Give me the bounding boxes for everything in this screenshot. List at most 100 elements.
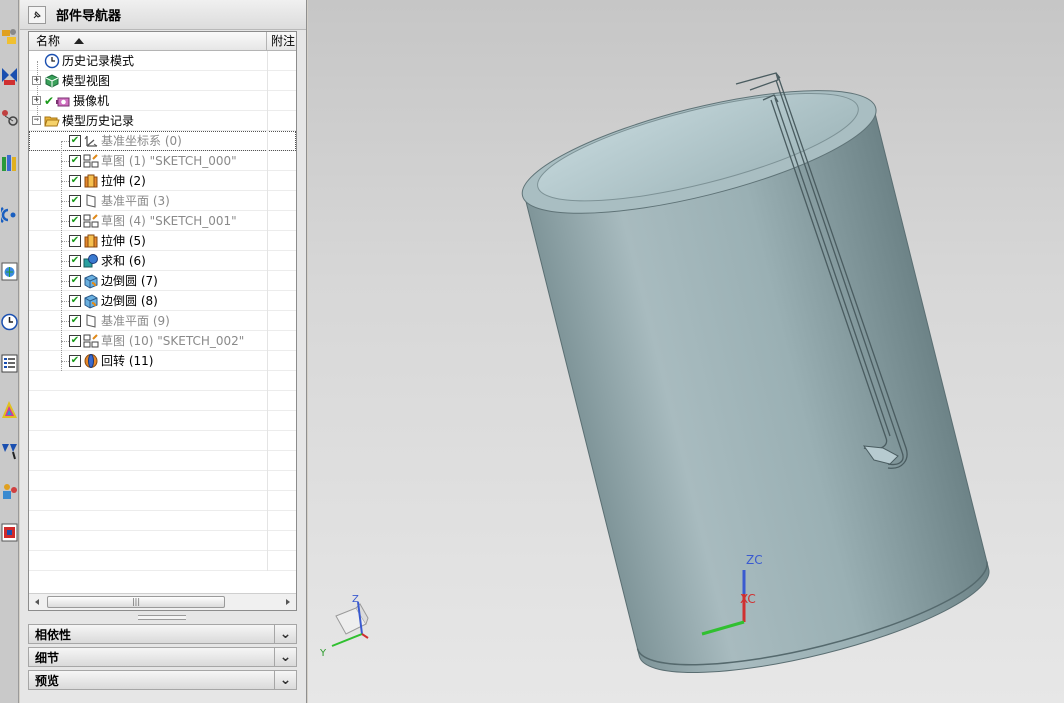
view-triad: Z Y bbox=[319, 594, 369, 659]
visibility-checkbox[interactable] bbox=[69, 214, 81, 227]
part-navigator: 部件导航器 名称 附注 历史记录模式+模型视图+✔摄像机−模型历史记录基准坐标系… bbox=[20, 0, 307, 703]
tree-node-label: 基准坐标系 (0) bbox=[101, 134, 182, 148]
tree-row[interactable]: 基准平面 (3) bbox=[29, 191, 296, 211]
tree-row[interactable]: 草图 (10) "SKETCH_002" bbox=[29, 331, 296, 351]
datum-plane-icon bbox=[83, 313, 99, 329]
tree-row[interactable]: 基准坐标系 (0) bbox=[29, 131, 296, 151]
tree-row[interactable]: 边倒圆 (7) bbox=[29, 271, 296, 291]
datum-plane-icon bbox=[83, 193, 99, 209]
panel-details[interactable]: 细节 ⌄ bbox=[28, 647, 297, 667]
tree-node-label: 基准平面 (9) bbox=[101, 314, 170, 328]
roles-icon[interactable] bbox=[0, 433, 19, 467]
tree-node-label: 边倒圆 (7) bbox=[101, 274, 158, 288]
y-axis-label: Y bbox=[319, 648, 327, 659]
edge-blend-icon bbox=[83, 293, 99, 309]
visibility-checkbox[interactable] bbox=[69, 334, 81, 347]
xc-label: XC bbox=[740, 592, 756, 606]
scrollbar-thumb[interactable]: ||| bbox=[47, 596, 225, 608]
tree-node-label: 草图 (4) "SKETCH_001" bbox=[101, 214, 237, 228]
tree-node-label: 历史记录模式 bbox=[62, 54, 135, 68]
scroll-left-icon[interactable] bbox=[35, 599, 39, 605]
tree-row[interactable]: + ✔ 摄像机 bbox=[29, 91, 296, 111]
reuse-library-icon[interactable] bbox=[0, 145, 19, 179]
visibility-checkbox[interactable] bbox=[69, 294, 81, 307]
feature-tree[interactable]: 名称 附注 历史记录模式+模型视图+✔摄像机−模型历史记录基准坐标系 (0)草图… bbox=[28, 31, 297, 611]
horizontal-scrollbar[interactable]: ||| bbox=[29, 593, 296, 610]
tree-row[interactable]: 草图 (1) "SKETCH_000" bbox=[29, 151, 296, 171]
model-canvas: ZC XC Z Y bbox=[319, 72, 990, 674]
chevron-down-icon[interactable]: ⌄ bbox=[274, 648, 296, 666]
scroll-right-icon[interactable] bbox=[286, 599, 290, 605]
tree-row[interactable]: 拉伸 (5) bbox=[29, 231, 296, 251]
sketch-icon bbox=[83, 213, 99, 229]
tree-connector bbox=[61, 141, 62, 371]
panel-splitter[interactable] bbox=[138, 615, 186, 620]
visibility-checkbox[interactable] bbox=[69, 174, 81, 187]
tree-connector bbox=[61, 361, 69, 362]
empty-row bbox=[29, 491, 296, 511]
tree-node-label: 草图 (10) "SKETCH_002" bbox=[101, 334, 245, 348]
visibility-checkbox[interactable] bbox=[69, 274, 81, 287]
tree-connector bbox=[61, 341, 69, 342]
tree-row[interactable]: 求和 (6) bbox=[29, 251, 296, 271]
tree-connector bbox=[61, 181, 69, 182]
history-icon[interactable] bbox=[0, 305, 19, 339]
column-note-header[interactable]: 附注 bbox=[267, 32, 295, 50]
tree-row[interactable]: − 模型历史记录 bbox=[29, 111, 296, 131]
tree-row[interactable]: 草图 (4) "SKETCH_001" bbox=[29, 211, 296, 231]
tree-row[interactable]: 基准平面 (9) bbox=[29, 311, 296, 331]
web-browser-icon[interactable] bbox=[0, 254, 19, 288]
tree-connector bbox=[61, 301, 69, 302]
chevron-down-icon[interactable]: ⌄ bbox=[274, 671, 296, 689]
z-axis-label: Z bbox=[352, 594, 359, 605]
tree-node-label: 模型视图 bbox=[62, 74, 111, 88]
sketch-icon bbox=[83, 333, 99, 349]
tree-node-label: 拉伸 (5) bbox=[101, 234, 146, 248]
extrude-icon bbox=[83, 173, 99, 189]
clock-icon bbox=[44, 53, 60, 69]
graphics-viewport[interactable]: ZC XC Z Y bbox=[308, 0, 1064, 703]
visibility-checkbox[interactable] bbox=[69, 254, 81, 267]
empty-row bbox=[29, 371, 296, 391]
empty-row bbox=[29, 511, 296, 531]
empty-row bbox=[29, 391, 296, 411]
column-name-header[interactable]: 名称 bbox=[29, 32, 267, 50]
visibility-checkbox[interactable] bbox=[69, 134, 81, 147]
palette-icon[interactable] bbox=[0, 515, 19, 549]
extrude-icon bbox=[83, 233, 99, 249]
tree-connector bbox=[61, 161, 69, 162]
visibility-checkbox[interactable] bbox=[69, 234, 81, 247]
visibility-checkbox[interactable] bbox=[69, 354, 81, 367]
tree-node-label: 摄像机 bbox=[73, 94, 110, 108]
part-navigator-icon[interactable] bbox=[0, 101, 19, 135]
tree-row[interactable]: + 模型视图 bbox=[29, 71, 296, 91]
empty-row bbox=[29, 471, 296, 491]
tree-connector bbox=[61, 321, 69, 322]
process-studio-icon[interactable] bbox=[0, 346, 19, 380]
empty-row bbox=[29, 431, 296, 451]
visibility-checkbox[interactable] bbox=[69, 154, 81, 167]
pin-icon[interactable] bbox=[28, 5, 46, 24]
tree-row[interactable]: 边倒圆 (8) bbox=[29, 291, 296, 311]
hd3d-tools-icon[interactable] bbox=[0, 198, 19, 232]
tree-connector bbox=[61, 281, 69, 282]
check-mark-icon: ✔ bbox=[44, 93, 55, 108]
zc-label: ZC bbox=[746, 553, 763, 567]
panel-preview[interactable]: 预览 ⌄ bbox=[28, 670, 297, 690]
visualization-icon[interactable] bbox=[0, 392, 19, 426]
constraint-navigator-icon[interactable] bbox=[0, 58, 19, 92]
chevron-down-icon[interactable]: ⌄ bbox=[274, 625, 296, 643]
system-materials-icon[interactable] bbox=[0, 474, 19, 508]
tree-row[interactable]: 回转 (11) bbox=[29, 351, 296, 371]
visibility-checkbox[interactable] bbox=[69, 194, 81, 207]
sort-ascending-icon bbox=[74, 38, 85, 44]
visibility-checkbox[interactable] bbox=[69, 314, 81, 327]
tree-row[interactable]: 历史记录模式 bbox=[29, 51, 296, 71]
tree-connector bbox=[37, 61, 38, 121]
panel-dependencies[interactable]: 相依性 ⌄ bbox=[28, 624, 297, 644]
sketch-icon bbox=[83, 153, 99, 169]
tree-row[interactable]: 拉伸 (2) bbox=[29, 171, 296, 191]
tree-node-label: 边倒圆 (8) bbox=[101, 294, 158, 308]
assembly-navigator-icon[interactable] bbox=[0, 20, 19, 54]
tree-connector bbox=[61, 241, 69, 242]
